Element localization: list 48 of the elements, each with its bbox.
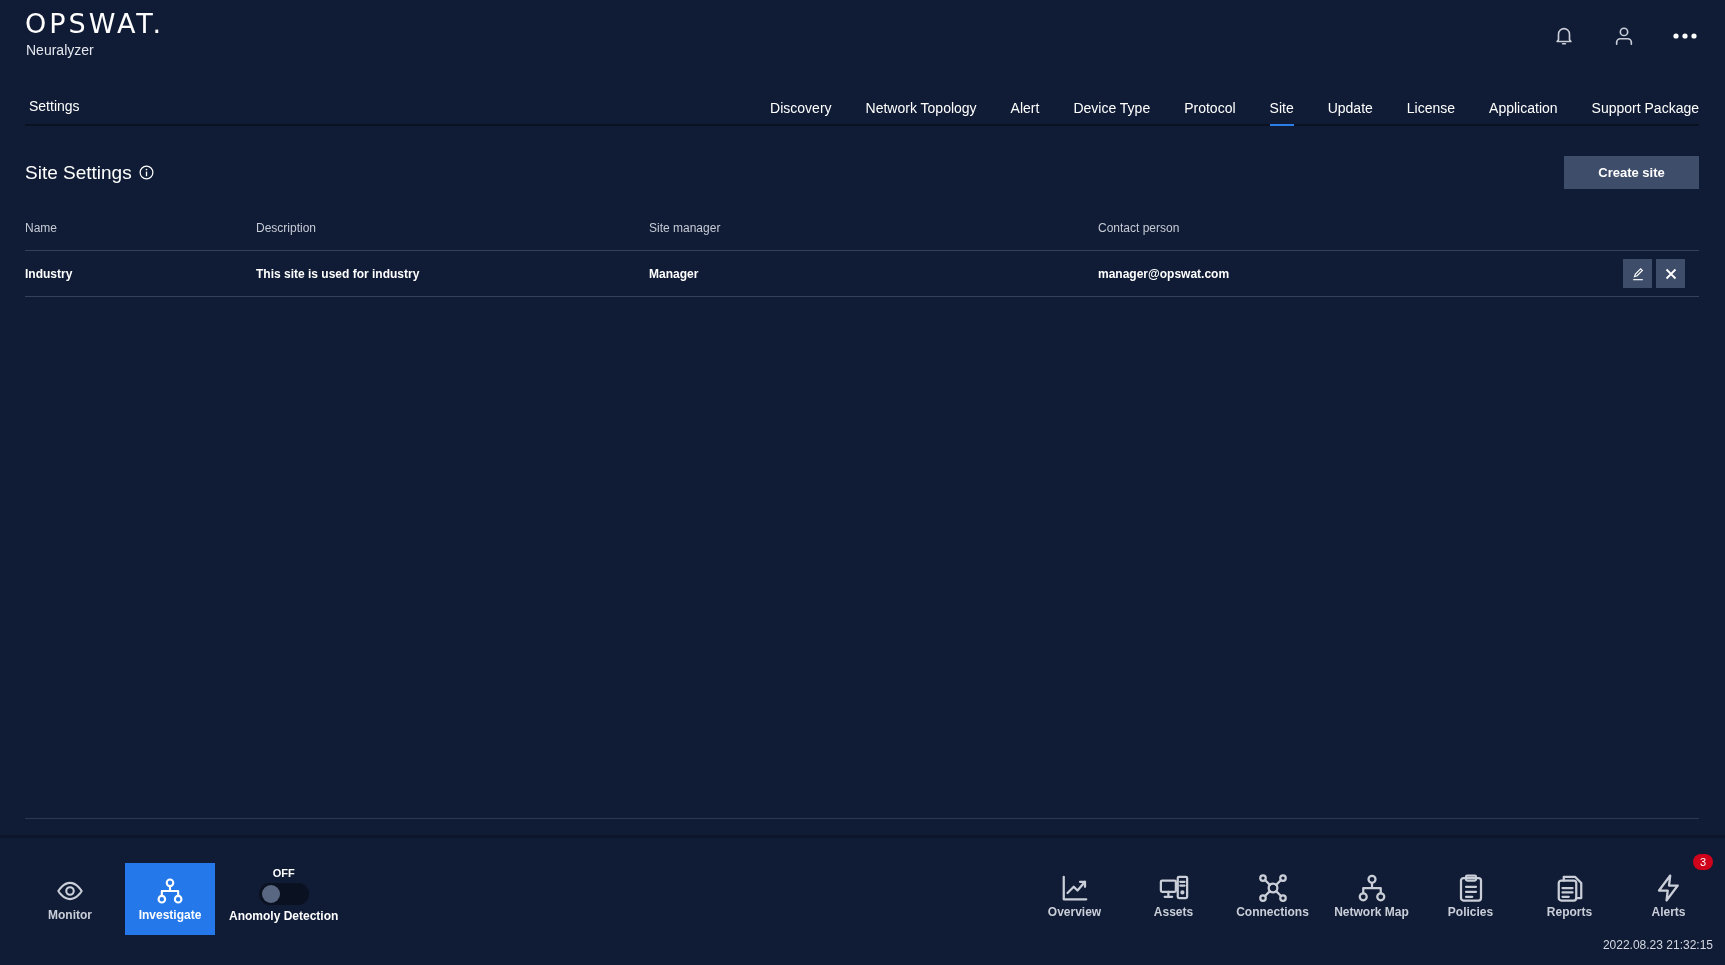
app-button[interactable]: Overview xyxy=(1026,868,1123,924)
app-button[interactable]: Connections xyxy=(1224,868,1321,924)
hub-icon xyxy=(1257,873,1288,903)
settings-tab[interactable]: Device Type xyxy=(1073,100,1151,126)
anomaly-detection-toggle[interactable] xyxy=(258,883,309,905)
page-title: Settings xyxy=(28,98,80,116)
section-title: Site Settings xyxy=(25,161,132,184)
network-tree-icon xyxy=(156,876,184,905)
settings-tab[interactable]: License xyxy=(1406,100,1456,126)
notification-count: 3 xyxy=(1692,854,1713,870)
table-cell-text: This site is used for industry xyxy=(256,266,421,281)
mode-button[interactable]: Investigate xyxy=(125,863,215,935)
product-name: Neuralyzer xyxy=(25,42,95,58)
table-cell-text: Industry xyxy=(25,266,74,281)
pencil-icon xyxy=(1630,266,1645,281)
create-site-button[interactable]: Create site xyxy=(1564,156,1699,189)
settings-tab[interactable]: Application xyxy=(1489,100,1558,126)
settings-tab[interactable]: Discovery xyxy=(770,100,832,126)
settings-tab[interactable]: Alert xyxy=(1010,100,1040,126)
toggle-label: Anomoly Detection xyxy=(229,909,339,923)
column-header: Description xyxy=(256,220,318,235)
edit-button[interactable] xyxy=(1623,259,1652,288)
table-cell-text: manager@opswat.com xyxy=(1098,266,1231,281)
table-cell-text: Manager xyxy=(649,266,700,281)
timestamp: 2022.08.23 21:32:15 xyxy=(1602,938,1714,952)
app-button[interactable]: Assets xyxy=(1125,868,1222,924)
settings-tab[interactable]: Update xyxy=(1327,100,1373,126)
app-button[interactable]: Reports xyxy=(1521,868,1618,924)
column-header: Name xyxy=(25,220,58,235)
column-header: Site manager xyxy=(649,220,722,235)
user-icon[interactable] xyxy=(1613,25,1635,47)
delete-button[interactable] xyxy=(1656,259,1685,288)
mode-button[interactable]: Monitor xyxy=(25,863,115,935)
settings-tab[interactable]: Support Package xyxy=(1591,100,1699,126)
column-header: Contact person xyxy=(1098,220,1181,235)
settings-tab[interactable]: Protocol xyxy=(1184,100,1236,126)
network-tree-icon xyxy=(1356,873,1387,903)
more-options-icon[interactable] xyxy=(1673,32,1697,40)
app-button[interactable]: Policies xyxy=(1422,868,1519,924)
notification-bell-icon[interactable] xyxy=(1553,25,1575,47)
settings-tab[interactable]: Network Topology xyxy=(865,100,977,126)
info-icon[interactable] xyxy=(138,165,154,180)
close-icon xyxy=(1664,267,1677,280)
logo: OPSWAT. xyxy=(25,10,165,38)
settings-tab[interactable]: Site xyxy=(1269,100,1294,126)
toggle-state: OFF xyxy=(272,867,295,879)
app-button[interactable]: Alerts xyxy=(1620,868,1717,924)
app-button[interactable]: Network Map xyxy=(1323,868,1420,924)
